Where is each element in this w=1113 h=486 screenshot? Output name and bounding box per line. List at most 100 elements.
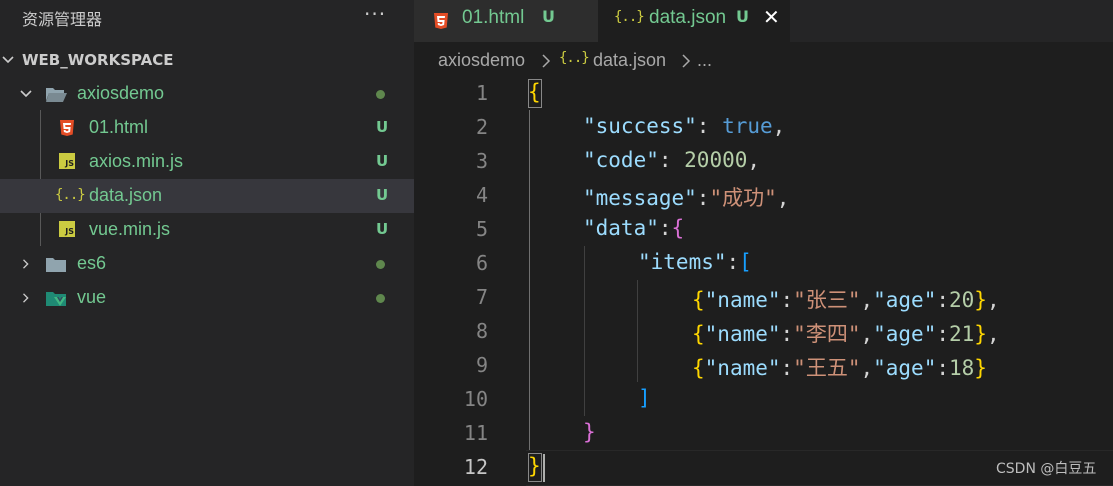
code-line: {"name":"李四","age":21}, bbox=[692, 322, 1000, 346]
code-line: {"name":"王五","age":18} bbox=[692, 356, 987, 380]
tree-file-vue-min-js[interactable]: JS vue.min.js U bbox=[0, 213, 414, 247]
tree-item-label: vue.min.js bbox=[89, 219, 171, 239]
bracket-token: ] bbox=[638, 386, 651, 410]
tree-item-label: vue bbox=[77, 287, 107, 307]
line-number-current: 12 bbox=[463, 455, 488, 479]
json-value: "王五" bbox=[793, 356, 861, 380]
text-cursor bbox=[543, 454, 545, 482]
code-editor[interactable]: 1 2 3 4 5 6 7 8 9 10 11 12 { "success": … bbox=[414, 76, 1113, 486]
explorer-title: 资源管理器 bbox=[22, 10, 103, 29]
tab-bar: 01.html U {..} data.json U ✕ bbox=[414, 0, 1113, 42]
indent-guide bbox=[584, 246, 585, 416]
json-value: "李四" bbox=[793, 322, 861, 346]
chevron-right-icon bbox=[23, 259, 29, 269]
folder-icon bbox=[46, 258, 66, 272]
workspace-header[interactable]: WEB_WORKSPACE bbox=[0, 44, 414, 76]
json-key: "code" bbox=[583, 148, 659, 172]
folder-open-icon bbox=[46, 88, 67, 102]
json-key: "data" bbox=[583, 216, 659, 240]
indent-guide bbox=[529, 110, 530, 450]
breadcrumb-item-folder[interactable]: axiosdemo bbox=[438, 50, 525, 71]
html5-icon bbox=[60, 120, 74, 136]
line-number: 7 bbox=[475, 285, 488, 309]
json-key: "age" bbox=[873, 356, 937, 380]
code-line: { bbox=[528, 80, 541, 104]
line-number: 4 bbox=[475, 183, 488, 207]
modified-dot-icon bbox=[376, 294, 385, 303]
line-number: 2 bbox=[475, 115, 488, 139]
code-line: "code": 20000, bbox=[583, 148, 761, 172]
line-number: 11 bbox=[463, 421, 488, 445]
brace-token: } bbox=[583, 420, 596, 444]
json-icon: {..} bbox=[55, 187, 86, 203]
chevron-down-icon bbox=[20, 90, 32, 98]
tree-folder-vue[interactable]: vue bbox=[0, 281, 414, 315]
vue-folder-icon bbox=[46, 292, 66, 306]
code-line: "message":"成功", bbox=[583, 186, 790, 210]
line-number: 8 bbox=[475, 319, 488, 343]
explorer-header: 资源管理器 ··· bbox=[0, 0, 414, 34]
tree-file-data-json[interactable]: {..} data.json U bbox=[0, 179, 414, 213]
json-value: 20 bbox=[949, 288, 975, 312]
workspace-label: WEB_WORKSPACE bbox=[22, 51, 174, 69]
json-value: "成功" bbox=[709, 186, 777, 210]
json-value: true bbox=[722, 114, 773, 138]
json-key: "message" bbox=[583, 186, 697, 210]
json-key: "name" bbox=[704, 356, 781, 380]
json-key: "name" bbox=[704, 322, 781, 346]
tab-label: data.json bbox=[649, 7, 727, 28]
code-line: } bbox=[583, 420, 596, 444]
more-actions-button[interactable]: ··· bbox=[364, 2, 386, 26]
breadcrumb-item-file[interactable]: data.json bbox=[593, 50, 666, 71]
html5-icon bbox=[434, 13, 448, 29]
untracked-badge: U bbox=[376, 220, 389, 238]
watermark-text: CSDN @白豆五 bbox=[996, 461, 1097, 477]
tree-file-01-html[interactable]: 01.html U bbox=[0, 111, 414, 145]
tree-item-label: 01.html bbox=[89, 117, 149, 137]
chevron-down-icon bbox=[2, 56, 14, 64]
json-value: 20000 bbox=[684, 148, 748, 172]
tab-01-html[interactable]: 01.html U bbox=[414, 0, 598, 42]
line-number: 10 bbox=[463, 387, 488, 411]
explorer-sidebar: 资源管理器 ··· WEB_WORKSPACE axiosdemo 01.htm… bbox=[0, 0, 414, 486]
tree-item-label: axios.min.js bbox=[89, 151, 184, 171]
code-line: "success": true, bbox=[583, 114, 786, 138]
line-number: 9 bbox=[475, 353, 488, 377]
tree-file-axios-min-js[interactable]: JS axios.min.js U bbox=[0, 145, 414, 179]
untracked-badge: U bbox=[376, 118, 389, 136]
tree-folder-axiosdemo[interactable]: axiosdemo bbox=[0, 77, 414, 111]
code-line: "items":[ bbox=[638, 250, 752, 274]
js-icon: JS bbox=[59, 221, 75, 237]
close-icon[interactable]: ✕ bbox=[763, 5, 780, 29]
chevron-right-icon bbox=[23, 293, 29, 303]
editor-area: 01.html U {..} data.json U ✕ axiosdemo {… bbox=[414, 0, 1113, 486]
json-key: "success" bbox=[583, 114, 697, 138]
json-key: "name" bbox=[704, 288, 781, 312]
js-icon: JS bbox=[59, 153, 75, 169]
breadcrumb-item-more[interactable]: ... bbox=[697, 50, 712, 71]
json-key: "age" bbox=[873, 288, 937, 312]
tab-data-json[interactable]: {..} data.json U ✕ bbox=[598, 0, 790, 42]
tree-folder-es6[interactable]: es6 bbox=[0, 247, 414, 281]
breadcrumb: axiosdemo {..} data.json ... bbox=[414, 42, 1113, 78]
indent-guide bbox=[637, 280, 638, 382]
tab-label: 01.html bbox=[462, 7, 525, 28]
code-line: {"name":"张三","age":20}, bbox=[692, 288, 1000, 312]
json-value: 18 bbox=[949, 356, 975, 380]
untracked-badge: U bbox=[376, 152, 389, 170]
json-key: "age" bbox=[873, 322, 937, 346]
modified-dot-icon bbox=[376, 90, 385, 99]
code-line: } bbox=[528, 454, 541, 478]
json-value: 21 bbox=[949, 322, 975, 346]
tree-item-label: axiosdemo bbox=[77, 83, 165, 103]
line-number: 6 bbox=[475, 251, 488, 275]
untracked-badge: U bbox=[736, 7, 749, 26]
line-number: 3 bbox=[475, 149, 488, 173]
json-key: "items" bbox=[638, 250, 727, 274]
chevron-right-icon bbox=[682, 54, 691, 68]
tree-item-label: data.json bbox=[89, 185, 163, 205]
json-icon: {..} bbox=[559, 50, 590, 66]
line-number: 1 bbox=[475, 81, 488, 105]
chevron-right-icon bbox=[542, 54, 551, 68]
brace-token: } bbox=[528, 454, 541, 478]
